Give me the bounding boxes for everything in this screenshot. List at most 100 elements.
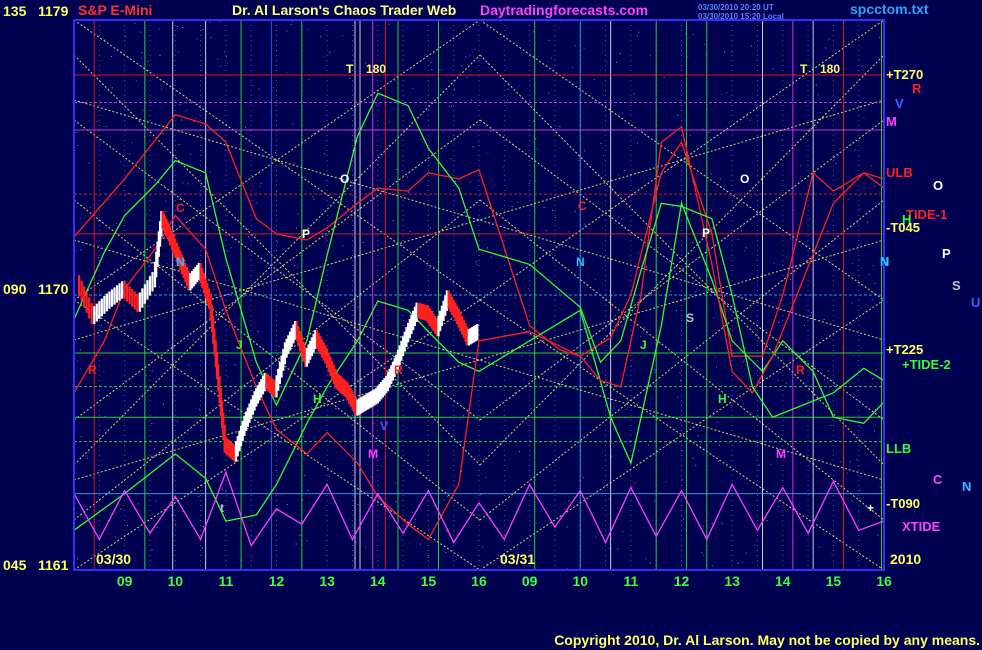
right-label: N xyxy=(962,479,971,494)
star xyxy=(746,112,748,114)
star xyxy=(190,100,192,102)
star xyxy=(450,105,452,107)
chart-annotation: N xyxy=(576,255,585,269)
star xyxy=(644,327,646,329)
star xyxy=(743,403,745,405)
star xyxy=(335,408,337,410)
star xyxy=(297,266,299,268)
star xyxy=(88,162,90,164)
star xyxy=(731,51,733,53)
star xyxy=(486,563,488,565)
right-label: +TIDE-2 xyxy=(902,357,951,372)
star xyxy=(617,548,619,550)
star xyxy=(772,68,774,70)
star xyxy=(182,182,184,184)
chart-annotation: + xyxy=(867,501,874,515)
star xyxy=(303,101,305,103)
star xyxy=(156,526,158,528)
star xyxy=(737,239,739,241)
star xyxy=(299,534,301,536)
star xyxy=(112,274,114,276)
star xyxy=(186,109,188,111)
star xyxy=(675,165,677,167)
star xyxy=(454,180,456,182)
star xyxy=(676,114,678,116)
right-label: XTIDE xyxy=(902,519,941,534)
star xyxy=(220,65,222,67)
star xyxy=(229,410,231,412)
star xyxy=(312,196,314,198)
star xyxy=(626,408,628,410)
star xyxy=(548,92,550,94)
star xyxy=(707,148,709,150)
star xyxy=(815,126,817,128)
star xyxy=(548,39,550,41)
star xyxy=(543,207,545,209)
star xyxy=(682,518,684,520)
star xyxy=(879,486,881,488)
right-label: C xyxy=(933,472,943,487)
star xyxy=(445,551,447,553)
star xyxy=(809,217,811,219)
star xyxy=(188,364,190,366)
star xyxy=(535,180,537,182)
star xyxy=(295,543,297,545)
star xyxy=(866,221,868,223)
star xyxy=(701,128,703,130)
star xyxy=(131,141,133,143)
star xyxy=(439,29,441,31)
star xyxy=(257,331,259,333)
star xyxy=(219,21,221,23)
star xyxy=(170,159,172,161)
star xyxy=(809,315,811,317)
star xyxy=(108,198,110,200)
star xyxy=(96,120,98,122)
star xyxy=(147,305,149,307)
x-tick-label: 10 xyxy=(167,573,183,589)
star xyxy=(509,356,511,358)
star xyxy=(727,442,729,444)
star xyxy=(693,281,695,283)
chart-annotation: M xyxy=(776,447,786,461)
star xyxy=(811,312,813,314)
star xyxy=(486,376,488,378)
star xyxy=(386,395,388,397)
center-title: Dr. Al Larson's Chaos Trader Web xyxy=(232,2,456,18)
star xyxy=(464,25,466,27)
star xyxy=(75,250,77,252)
star xyxy=(679,372,681,374)
star xyxy=(342,245,344,247)
star xyxy=(746,483,748,485)
star xyxy=(653,369,655,371)
star xyxy=(190,153,192,155)
star xyxy=(480,494,482,496)
star xyxy=(141,52,143,54)
star xyxy=(247,228,249,230)
star xyxy=(497,554,499,556)
star xyxy=(805,100,807,102)
star xyxy=(741,230,743,232)
x-tick-label: 12 xyxy=(269,573,285,589)
star xyxy=(227,250,229,252)
star xyxy=(472,146,474,148)
star xyxy=(86,455,88,457)
star xyxy=(661,195,663,197)
star xyxy=(502,166,504,168)
star xyxy=(406,176,408,178)
star xyxy=(622,112,624,114)
star xyxy=(430,306,432,308)
star xyxy=(328,475,330,477)
star xyxy=(134,22,136,24)
star xyxy=(851,500,853,502)
star xyxy=(164,211,166,213)
star xyxy=(703,525,705,527)
star xyxy=(262,426,264,428)
star xyxy=(770,463,772,465)
star xyxy=(552,209,554,211)
star xyxy=(476,389,478,391)
star xyxy=(87,457,89,459)
star xyxy=(361,381,363,383)
star xyxy=(482,546,484,548)
star xyxy=(633,93,635,95)
star xyxy=(828,38,830,40)
